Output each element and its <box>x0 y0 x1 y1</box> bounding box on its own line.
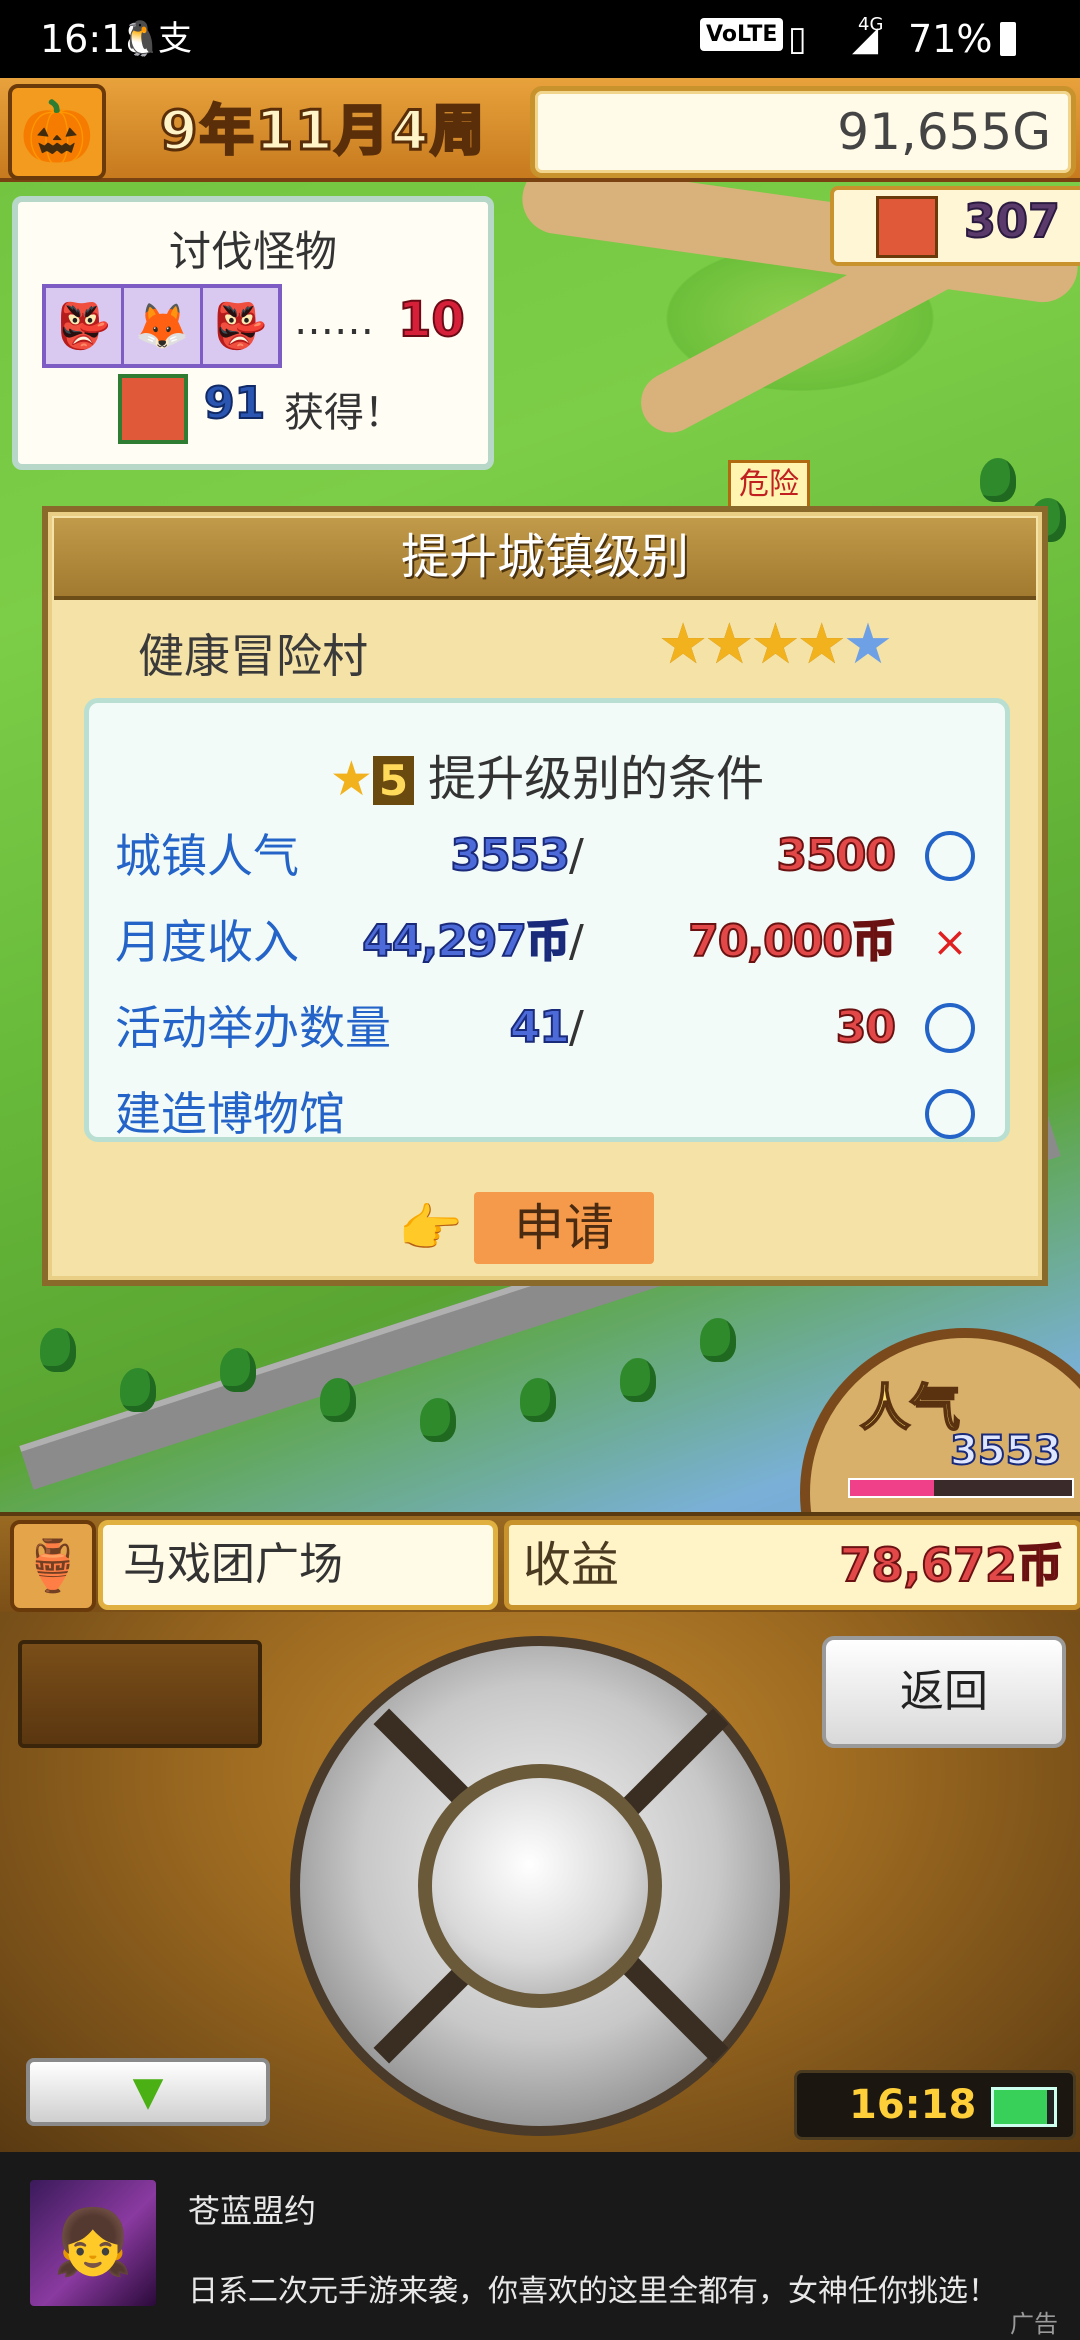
condition-label: 建造博物馆 <box>115 1087 345 1141</box>
condition-slash: / <box>569 916 584 967</box>
monster-icons: 👺 🦊 👺 <box>42 284 282 368</box>
conditions-heading: ★ 5 提升级别的条件 <box>89 739 1005 809</box>
clock-time: 16:18 <box>849 2082 977 2128</box>
met-circle-icon <box>925 831 975 881</box>
tree <box>220 1348 256 1392</box>
star-empty-icon: ★ <box>842 612 893 677</box>
tree <box>120 1368 156 1412</box>
condition-label: 活动举办数量 <box>115 1001 391 1055</box>
green-goblin-icon: 👺 <box>212 301 268 352</box>
popularity-value: 3553 <box>949 1427 1062 1475</box>
dialog-title-bar: 提升城镇级别 <box>54 518 1036 600</box>
status-bar: 16:18 🐧 支 VoLTE ▯ 4G ◢ 71% <box>0 0 1080 78</box>
income-box: 收益 78,672币 <box>504 1520 1080 1610</box>
tree <box>40 1328 76 1372</box>
town-name: 健康冒险村 <box>138 629 368 683</box>
green-goblin-icon: 👺 <box>46 288 125 364</box>
next-level: 5 <box>372 756 415 805</box>
reward-text: 获得！ <box>284 390 404 436</box>
tree <box>520 1378 556 1422</box>
battery-icon <box>1000 22 1016 56</box>
quest-target-count: 10 <box>397 291 466 349</box>
popularity-label: 人气 <box>859 1378 961 1438</box>
ad-description[interactable]: 日系二次元手游来袭，你喜欢的这里全都有，女神任你挑选！ <box>188 2266 998 2310</box>
tree <box>420 1398 456 1442</box>
empty-slot <box>18 1640 262 1748</box>
ad-thumbnail[interactable]: 👧 <box>30 2180 156 2306</box>
population-value: 307 <box>963 193 1061 249</box>
game-date: 9年11月4周 <box>158 98 487 164</box>
pumpkin-menu-icon[interactable]: 🎃 <box>8 84 106 180</box>
quest-title: 讨伐怪物 <box>168 227 337 276</box>
met-circle-icon <box>925 1003 975 1053</box>
conditions-panel: ★ 5 提升级别的条件 城镇人气 3553 / 3500 月度收入 44,297币 … <box>84 698 1010 1142</box>
condition-row: 活动举办数量 41 / 30 <box>89 993 1005 1063</box>
condition-required: 30 <box>835 1001 897 1054</box>
condition-label: 月度收入 <box>115 915 299 969</box>
star-filled-icon: ★ <box>704 612 754 677</box>
money-display: 91,655G <box>530 86 1076 178</box>
volte-icon: VoLTE <box>700 18 784 51</box>
dialog-title: 提升城镇级别 <box>400 529 689 585</box>
scroll-down-button[interactable]: ▼ <box>26 2058 270 2126</box>
star-filled-icon: ★ <box>750 612 800 677</box>
apply-area: 👉 申请 <box>398 1192 698 1264</box>
upgrade-town-dialog: 提升城镇级别 健康冒险村 ★★★★★ ★ 5 提升级别的条件 城镇人气 3553 /… <box>42 506 1048 1286</box>
back-button[interactable]: 返回 <box>822 1636 1066 1748</box>
qq-penguin-icon: 🐧 <box>120 19 163 59</box>
ad-title[interactable]: 苍蓝盟约 <box>188 2186 316 2232</box>
population-badge: 307 <box>830 186 1080 266</box>
met-circle-icon <box>925 1089 975 1139</box>
condition-required: 3500 <box>776 829 897 882</box>
condition-row: 建造博物馆 <box>89 1079 1005 1149</box>
facility-name-box[interactable]: 马戏团广场 <box>98 1520 498 1610</box>
condition-slash: / <box>569 830 584 881</box>
battery-percent: 71% <box>908 17 993 61</box>
alipay-icon: 支 <box>158 19 192 59</box>
condition-label: 城镇人气 <box>115 829 299 883</box>
conditions-heading-text: 提升级别的条件 <box>428 751 765 807</box>
star-filled-icon: ★ <box>796 612 847 677</box>
star-filled-icon: ★ <box>658 612 708 677</box>
house-icon <box>876 196 938 258</box>
jar-icon[interactable]: 🏺 <box>10 1520 96 1612</box>
triangle-down-icon: ▼ <box>132 2069 164 2115</box>
tree <box>700 1318 736 1362</box>
danger-sign: 危险 <box>728 460 810 510</box>
quest-panel[interactable]: 讨伐怪物 👺 🦊 👺 …… 10 91 获得！ <box>12 196 494 470</box>
quest-dots: …… <box>294 298 374 344</box>
money-amount: 91,655G <box>837 103 1051 161</box>
condition-current: 44,297币 <box>361 915 571 968</box>
unmet-cross-icon: × <box>932 917 968 966</box>
condition-required: 70,000币 <box>687 915 897 968</box>
income-value: 78,672币 <box>838 1537 1064 1593</box>
ad-tag: 广告 <box>1010 2310 1058 2338</box>
income-label: 收益 <box>523 1537 620 1593</box>
condition-current: 3553 <box>450 829 571 882</box>
condition-row: 月度收入 44,297币 / 70,000币 × <box>89 907 1005 977</box>
condition-current: 41 <box>509 1001 571 1054</box>
popularity-bar-fill <box>850 1480 935 1496</box>
house-reward-icon <box>118 374 188 444</box>
apply-button[interactable]: 申请 <box>474 1192 654 1264</box>
orange-beast-icon: 🦊 <box>124 288 203 364</box>
star-icon: ★ <box>329 751 373 807</box>
pointing-hand-icon: 👉 <box>398 1199 463 1259</box>
tree <box>620 1358 656 1402</box>
reward-amount: 91 <box>203 377 266 430</box>
popularity-bar <box>848 1478 1074 1498</box>
battery-icon <box>991 2087 1057 2127</box>
dpad-center-button[interactable] <box>418 1764 662 2008</box>
vibrate-icon: ▯ <box>788 19 807 59</box>
condition-row: 城镇人气 3553 / 3500 <box>89 821 1005 891</box>
tree <box>980 458 1016 502</box>
game-clock: 16:18 <box>794 2070 1076 2140</box>
ad-banner[interactable] <box>0 2152 1080 2340</box>
tree <box>320 1378 356 1422</box>
town-rank-stars: ★★★★★ <box>658 612 893 677</box>
signal-icon: ◢ <box>852 19 879 59</box>
facility-name: 马戏团广场 <box>123 1539 343 1590</box>
condition-slash: / <box>569 1002 584 1053</box>
